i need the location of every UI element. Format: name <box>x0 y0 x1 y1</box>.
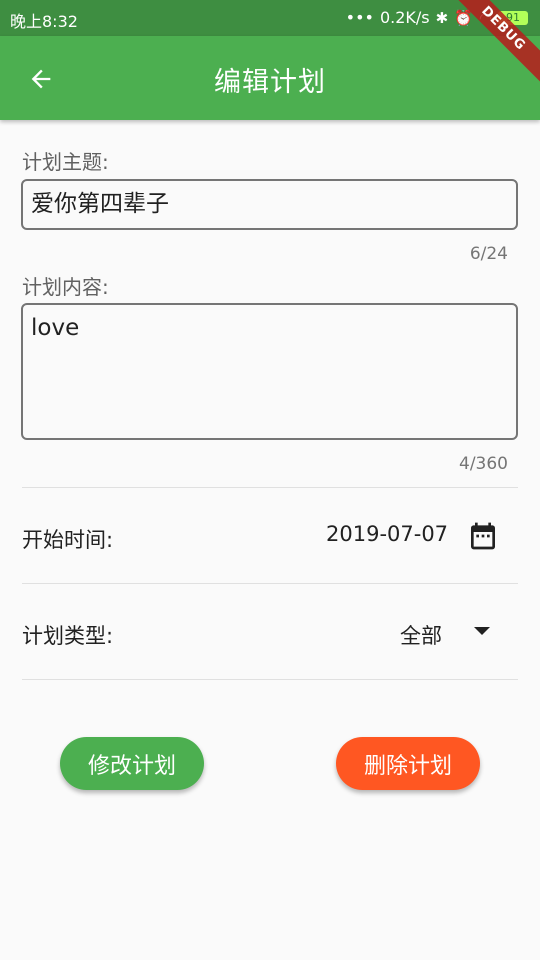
start-time-label: 开始时间: <box>22 528 114 552</box>
divider <box>22 583 518 584</box>
status-bar: 晚上8:32 ••• 0.2K/s ✱ ⏰ ◠ 91 <box>0 0 540 36</box>
app-bar: 编辑计划 <box>0 36 540 120</box>
content-counter: 4/360 <box>459 454 508 474</box>
subject-input-value: 爱你第四辈子 <box>31 191 169 217</box>
start-time-value[interactable]: 2019-07-07 <box>326 522 448 546</box>
edit-plan-button[interactable]: 修改计划 <box>60 737 204 790</box>
content-textarea-value: love <box>31 315 80 341</box>
content-textarea[interactable]: love <box>21 303 518 440</box>
subject-input[interactable]: 爱你第四辈子 <box>21 179 518 230</box>
divider <box>22 679 518 680</box>
notification-dots: ••• <box>345 8 374 27</box>
status-time: 晚上8:32 <box>10 12 78 31</box>
calendar-button[interactable] <box>464 517 502 555</box>
plan-type-label: 计划类型: <box>22 624 114 648</box>
network-speed: 0.2K/s <box>379 8 430 27</box>
bluetooth-icon: ✱ <box>435 8 449 27</box>
divider <box>22 487 518 488</box>
page-title: 编辑计划 <box>214 67 326 98</box>
dropdown-arrow-icon[interactable] <box>474 627 490 635</box>
content-label: 计划内容: <box>22 275 109 299</box>
plan-type-dropdown[interactable]: 全部 <box>400 620 442 650</box>
delete-plan-button[interactable]: 删除计划 <box>336 737 480 790</box>
subject-label: 计划主题: <box>22 150 109 174</box>
calendar-icon <box>471 522 495 550</box>
subject-counter: 6/24 <box>469 244 508 264</box>
